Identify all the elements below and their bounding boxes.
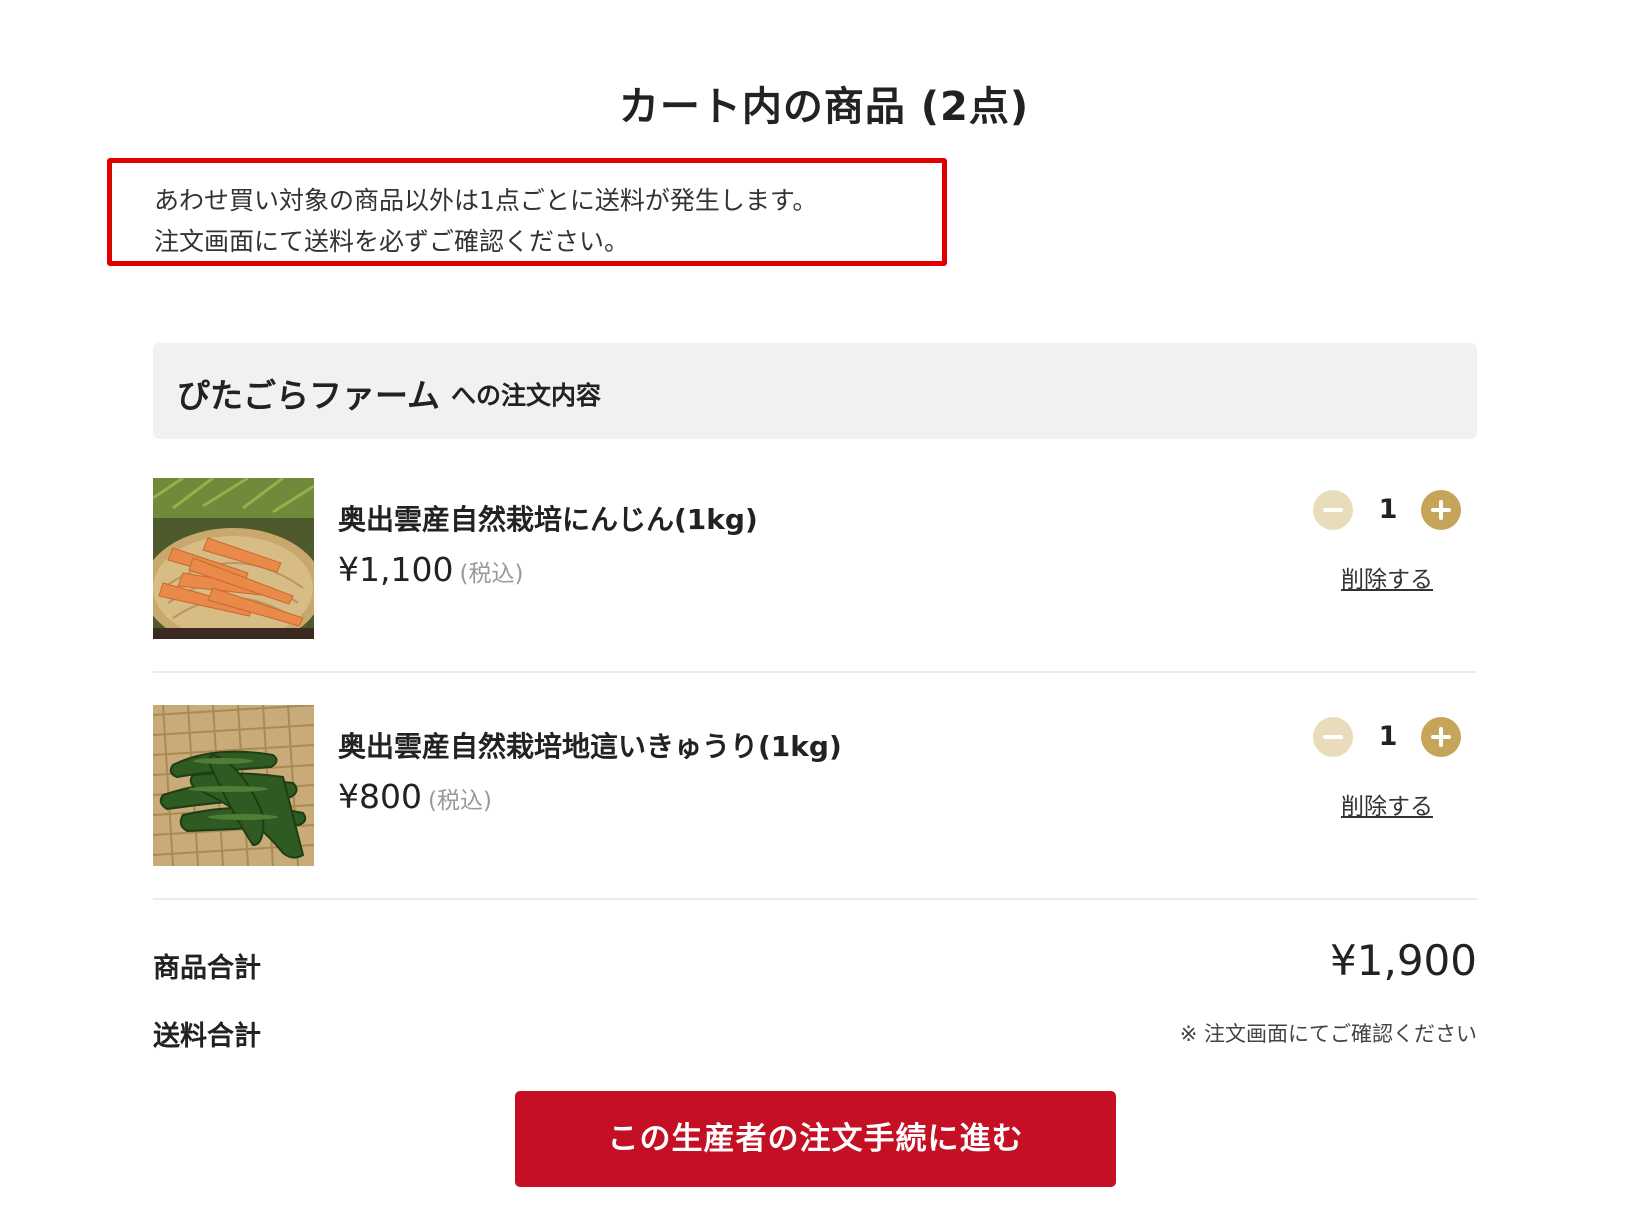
summary-divider [153, 898, 1477, 900]
price-row: ¥800 (税込) [338, 777, 492, 816]
delete-item-link[interactable]: 削除する [1341, 560, 1433, 594]
cart-item: 奥出雲産自然栽培地這いきゅうり(1kg) ¥800 (税込) 1 削除する [153, 705, 1477, 866]
shipping-notice-box: あわせ買い対象の商品以外は1点ごとに送料が発生します。 注文画面にて送料を必ずご… [107, 158, 947, 266]
cucumber-product-image[interactable] [153, 705, 314, 866]
subtotal-label: 商品合計 [153, 953, 261, 984]
decrease-quantity-button[interactable] [1313, 490, 1353, 530]
delete-item-link[interactable]: 削除する [1341, 787, 1433, 821]
shipping-total-note: ※ 注文画面にてご確認ください [1179, 1022, 1477, 1046]
increase-quantity-button[interactable] [1421, 717, 1461, 757]
notice-line-1: あわせ買い対象の商品以外は1点ごとに送料が発生します。 [154, 186, 818, 215]
tax-note: (税込) [427, 788, 492, 814]
carrot-product-image[interactable] [153, 478, 314, 639]
producer-name: ぴたごらファーム [177, 376, 441, 415]
producer-suffix: への注文内容 [451, 381, 602, 410]
quantity-value: 1 [1378, 494, 1398, 525]
decrease-quantity-button[interactable] [1313, 717, 1353, 757]
producer-header: ぴたごらファーム への注文内容 [153, 343, 1477, 439]
subtotal-value: ¥1,900 [1330, 936, 1477, 985]
shipping-total-label: 送料合計 [153, 1021, 261, 1052]
item-divider [153, 671, 1477, 673]
item-price: ¥1,100 [338, 550, 454, 589]
notice-line-2: 注文画面にて送料を必ずご確認ください。 [154, 227, 630, 256]
price-row: ¥1,100 (税込) [338, 550, 523, 589]
item-name[interactable]: 奥出雲産自然栽培にんじん(1kg) [338, 498, 758, 538]
increase-quantity-button[interactable] [1421, 490, 1461, 530]
tax-note: (税込) [459, 561, 524, 587]
item-name[interactable]: 奥出雲産自然栽培地這いきゅうり(1kg) [338, 725, 842, 765]
page-title: カート内の商品 (2点) [618, 84, 1030, 130]
item-price: ¥800 [338, 777, 422, 816]
quantity-value: 1 [1378, 721, 1398, 752]
cart-item: 奥出雲産自然栽培にんじん(1kg) ¥1,100 (税込) 1 削除する [153, 478, 1477, 639]
proceed-to-checkout-button[interactable]: この生産者の注文手続に進む [515, 1091, 1116, 1187]
